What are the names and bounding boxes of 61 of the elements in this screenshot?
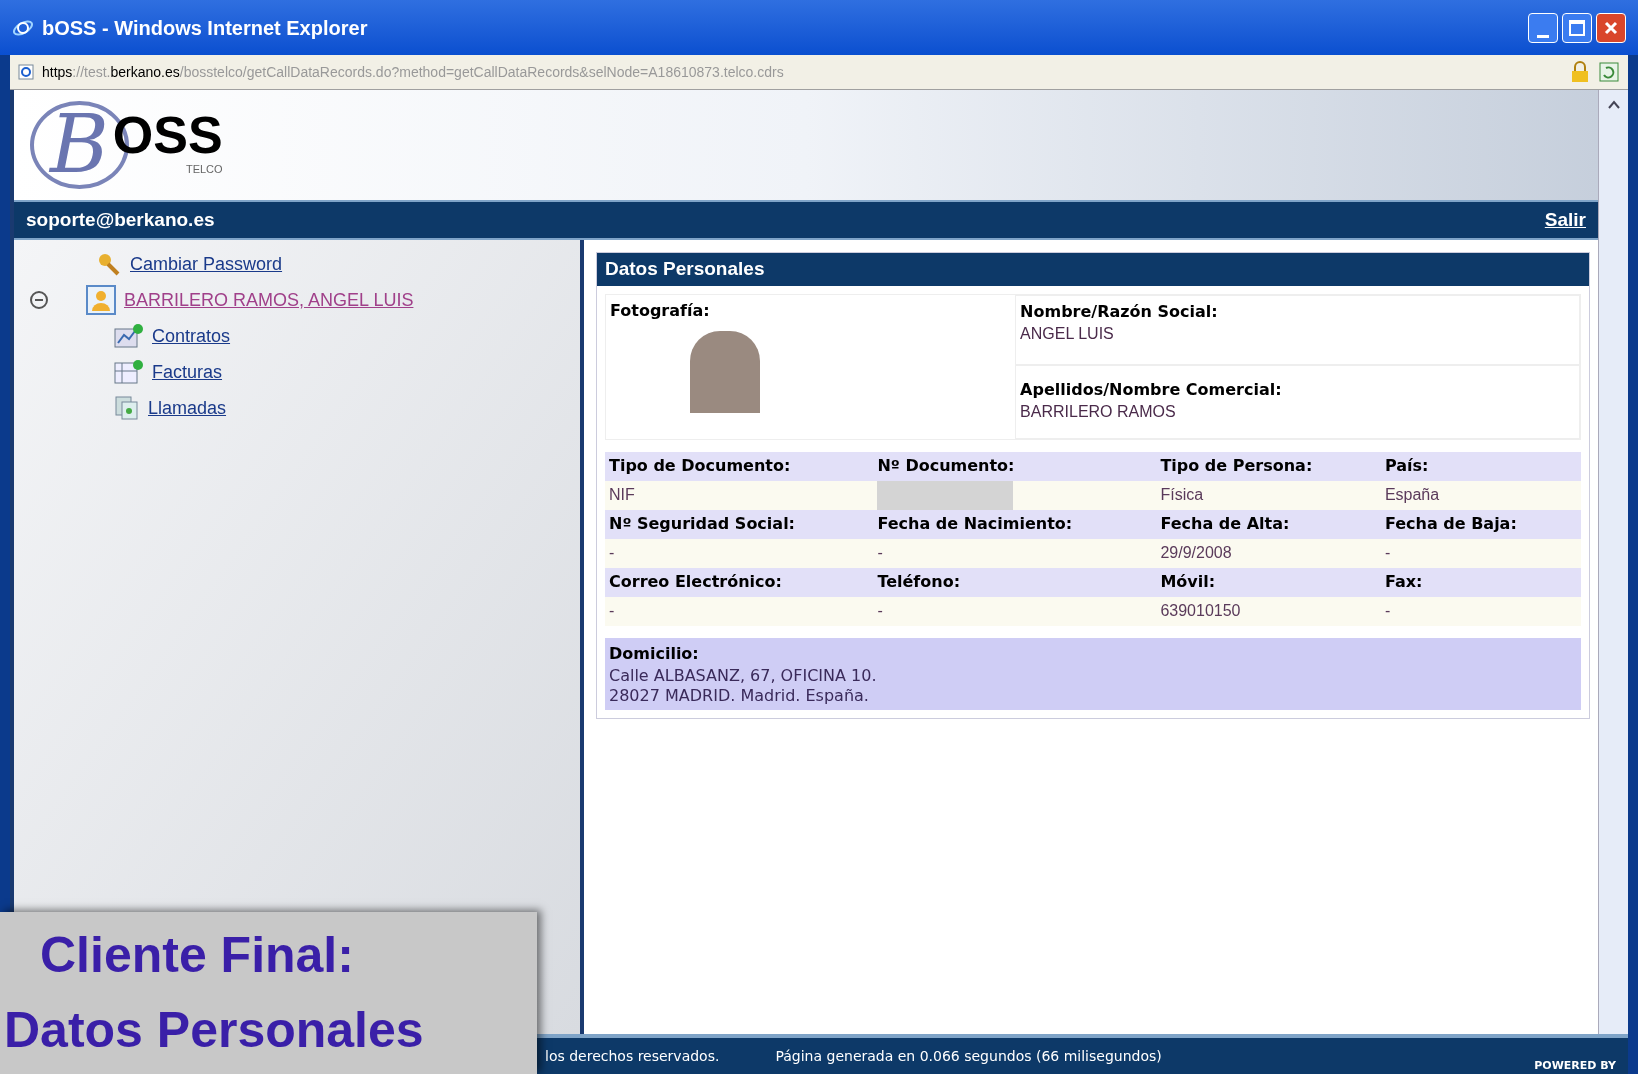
field-label: País:	[1384, 456, 1429, 475]
field-label: Apellidos/Nombre Comercial:	[1020, 378, 1283, 401]
tree-link[interactable]: Facturas	[152, 358, 223, 386]
field-label: Fax:	[1384, 572, 1423, 591]
field-label: Nº Seguridad Social:	[609, 514, 795, 533]
maximize-button[interactable]	[1562, 12, 1592, 43]
tree-link[interactable]: Contratos	[152, 322, 231, 350]
chart-document-icon	[114, 323, 144, 349]
field-value: -	[1384, 601, 1391, 621]
collapse-toggle-icon[interactable]	[30, 291, 48, 309]
tree-link[interactable]: BARRILERO RAMOS, ANGEL LUIS	[124, 286, 414, 314]
logout-link[interactable]: Salir	[1544, 205, 1586, 235]
field-value: -	[877, 543, 883, 563]
url-text: https://test.berkano.es/bosstelco/getCallDataRecords.do?method=getCallDataRecords&selNode=A18610873.telco.cdrs	[42, 62, 784, 82]
field-label: Fecha de Baja:	[1384, 514, 1517, 533]
field-label: Teléfono:	[877, 572, 961, 591]
field-label: Nº Documento:	[877, 456, 1015, 475]
powered-by-text: POWERED BY	[1534, 1057, 1616, 1074]
key-icon	[96, 252, 122, 276]
window-title: bOSS - Windows Internet Explorer	[42, 15, 368, 41]
field-value: -	[1384, 543, 1391, 563]
caption-text: Cliente Final:	[39, 926, 355, 985]
address-line: Calle ALBASANZ, 67, OFICINA 10.	[609, 665, 878, 686]
documents-icon	[114, 395, 140, 421]
field-value: NIF	[609, 485, 635, 505]
field-label: Nombre/Razón Social:	[1020, 300, 1219, 323]
caption-text: Datos Personales	[3, 1001, 425, 1060]
tree-link[interactable]: Cambiar Password	[130, 250, 283, 278]
address-line: 28027 MADRID. Madrid. España.	[609, 685, 870, 706]
field-label: Fecha de Alta:	[1160, 514, 1290, 533]
page-refresh-icon[interactable]	[1598, 61, 1620, 83]
field-label: Correo Electrónico:	[609, 572, 782, 591]
field-value: BARRILERO RAMOS	[1020, 401, 1177, 422]
address-bar[interactable]: https://test.berkano.es/bosstelco/getCallDataRecords.do?method=getCallDataRecords&selNode=A18610873.telco.cdrs	[10, 55, 1628, 90]
field-label: Móvil:	[1160, 572, 1216, 591]
panel-title: Datos Personales	[597, 253, 1589, 286]
copyright-text: los derechos reservados.	[545, 1046, 720, 1066]
scrollbar[interactable]	[1598, 90, 1628, 1034]
tree-link[interactable]: Llamadas	[148, 394, 227, 422]
field-value: -	[609, 543, 615, 563]
page-icon	[18, 64, 34, 80]
field-value: -	[609, 601, 615, 621]
field-value: ANGEL LUIS	[1020, 323, 1115, 344]
user-icon	[86, 285, 116, 315]
minimize-button[interactable]	[1528, 12, 1558, 43]
field-label: Tipo de Documento:	[609, 456, 791, 475]
generation-time-text: Página generada en 0.066 segundos (66 milisegundos)	[775, 1046, 1162, 1066]
close-button[interactable]	[1596, 12, 1626, 43]
field-label: Domicilio:	[609, 642, 700, 665]
field-value: Física	[1160, 485, 1204, 505]
field-label: Fecha de Nacimiento:	[877, 514, 1073, 533]
field-value: -	[877, 601, 883, 621]
field-value: 29/9/2008	[1160, 543, 1232, 563]
field-label: Tipo de Persona:	[1160, 456, 1313, 475]
lock-icon	[1570, 61, 1590, 83]
close-icon	[1603, 19, 1619, 36]
table-document-icon	[114, 359, 144, 385]
field-label: Fotografía:	[610, 299, 711, 322]
field-value: España	[1384, 485, 1440, 505]
user-email: soporte@berkano.es	[26, 207, 215, 232]
field-value: 639010150	[1160, 601, 1241, 621]
